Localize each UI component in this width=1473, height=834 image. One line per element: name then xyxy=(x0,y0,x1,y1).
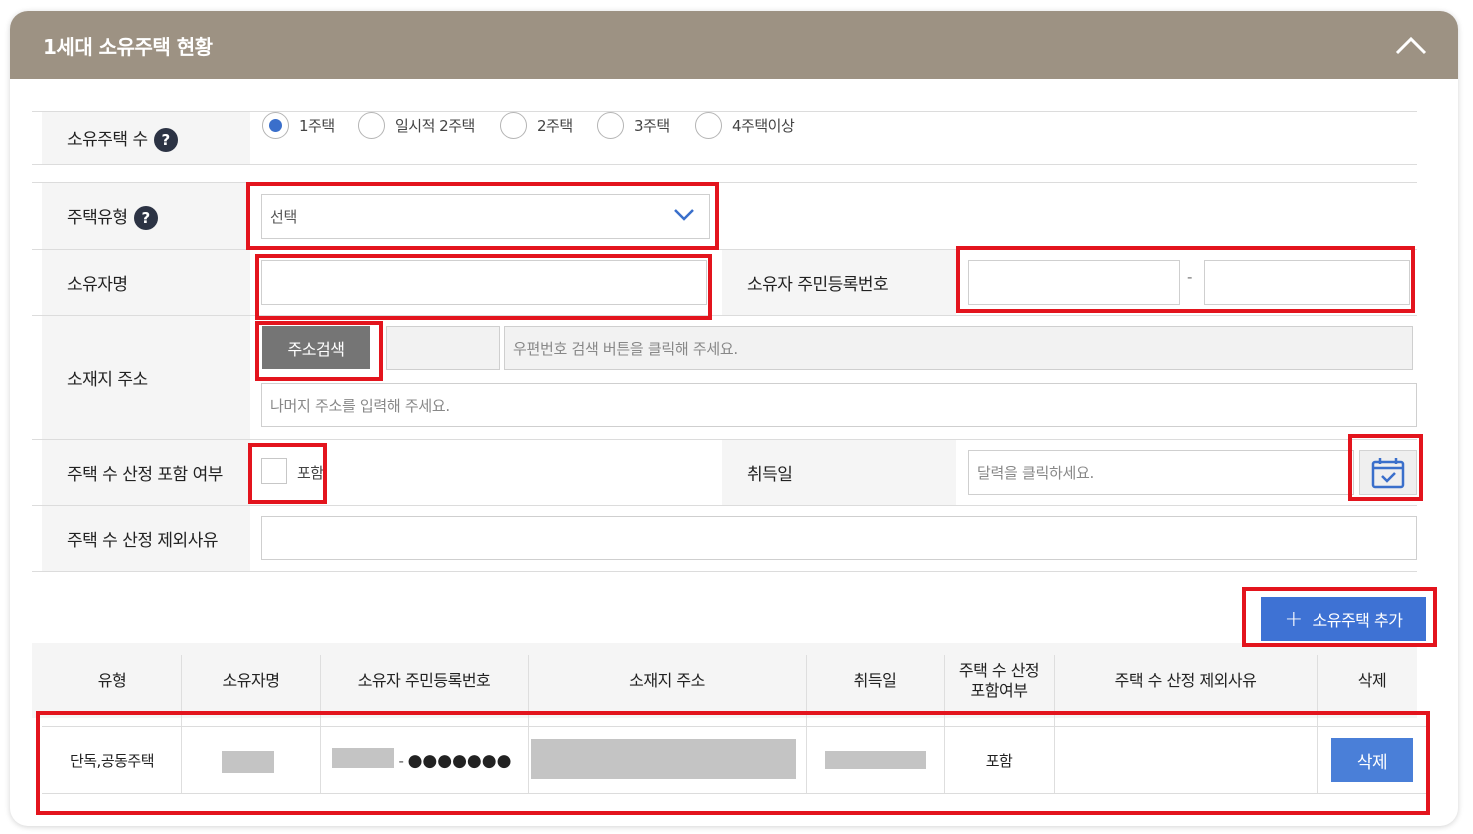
radio-label: 2주택 xyxy=(537,117,573,135)
address-detail-input[interactable]: 나머지 주소를 입력해 주세요. xyxy=(261,383,1417,427)
rrn-front-input[interactable] xyxy=(968,260,1180,305)
radio-label: 1주택 xyxy=(299,117,335,135)
radio-temp-2-house[interactable]: 일시적 2주택 xyxy=(358,112,475,139)
radio-circle[interactable] xyxy=(597,112,624,139)
divider xyxy=(32,571,1417,572)
postal-address-input[interactable]: 우편번호 검색 버튼을 클릭해 주세요. xyxy=(504,326,1413,370)
inclusion-label: 주택 수 산정 포함 여부 xyxy=(67,465,223,485)
col-type: 유형 xyxy=(97,670,127,690)
radio-2-house[interactable]: 2주택 xyxy=(500,112,573,139)
col-address: 소재지 주소 xyxy=(629,670,705,690)
house-type-label: 주택유형? xyxy=(67,203,158,230)
radio-circle[interactable] xyxy=(695,112,722,139)
house-type-select[interactable]: 선택 xyxy=(261,194,710,239)
house-type-label-text: 주택유형 xyxy=(67,208,128,228)
radio-1-house[interactable]: 1주택 xyxy=(262,112,335,139)
help-icon[interactable]: ? xyxy=(133,206,158,230)
column-divider xyxy=(528,655,529,793)
column-divider xyxy=(320,655,321,793)
owner-name-input[interactable] xyxy=(261,260,707,305)
address-search-button[interactable]: 주소검색 xyxy=(262,326,370,369)
masked-acquisition-date xyxy=(825,751,926,769)
radio-label: 3주택 xyxy=(634,117,670,135)
masked-owner-name xyxy=(222,751,274,773)
postal-address-placeholder: 우편번호 검색 버튼을 클릭해 주세요. xyxy=(513,339,738,358)
calendar-icon xyxy=(1371,457,1405,488)
cell-exclusion-reason xyxy=(1054,727,1317,794)
add-house-button[interactable]: + 소유주택 추가 xyxy=(1261,597,1426,641)
radio-label: 4주택이상 xyxy=(732,117,795,135)
chevron-down-icon xyxy=(674,209,694,221)
include-checkbox[interactable] xyxy=(261,458,287,484)
panel-title: 1세대 소유주택 현황 xyxy=(43,35,213,59)
panel-header: 1세대 소유주택 현황 xyxy=(10,11,1458,79)
masked-rrn-front xyxy=(332,748,394,768)
radio-4plus-house[interactable]: 4주택이상 xyxy=(695,112,795,139)
col-owner-name: 소유자명 xyxy=(222,670,280,690)
acquisition-date-label: 취득일 xyxy=(747,465,793,485)
exclusion-reason-input[interactable] xyxy=(261,516,1417,560)
acquisition-date-placeholder: 달력을 클릭하세요. xyxy=(977,464,1094,482)
col-exclusion-reason: 주택 수 산정 제외사유 xyxy=(1114,670,1257,690)
radio-circle-checked[interactable] xyxy=(262,112,289,139)
cell-included: 포함 xyxy=(985,752,1013,770)
postal-code-input[interactable] xyxy=(386,326,500,370)
address-detail-placeholder: 나머지 주소를 입력해 주세요. xyxy=(270,396,450,415)
acquisition-date-input[interactable]: 달력을 클릭하세요. xyxy=(968,450,1354,495)
house-type-select-value: 선택 xyxy=(270,208,298,226)
col-included: 주택 수 산정 포함여부 xyxy=(958,660,1040,700)
address-label: 소재지 주소 xyxy=(67,370,148,390)
plus-icon: + xyxy=(1284,606,1303,632)
masked-address xyxy=(531,739,796,779)
rrn-separator: - xyxy=(1187,268,1192,286)
masked-rrn-back: ●●●●●●● xyxy=(407,750,512,771)
radio-circle[interactable] xyxy=(358,112,385,139)
col-owner-rrn: 소유자 주민등록번호 xyxy=(357,670,491,690)
owner-name-label: 소유자명 xyxy=(67,275,128,295)
chevron-up-icon[interactable] xyxy=(1393,33,1429,57)
houses-count-label-text: 소유주택 수 xyxy=(67,130,148,150)
exclusion-reason-label: 주택 수 산정 제외사유 xyxy=(67,531,218,551)
include-checkbox-label: 포함 xyxy=(297,464,324,482)
calendar-button[interactable] xyxy=(1359,450,1417,495)
houses-count-label: 소유주택 수? xyxy=(67,125,178,152)
column-divider xyxy=(1317,655,1318,793)
rrn-back-input[interactable] xyxy=(1204,260,1410,305)
add-house-button-label: 소유주택 추가 xyxy=(1312,611,1403,630)
radio-3-house[interactable]: 3주택 xyxy=(597,112,670,139)
col-acquisition-date: 취득일 xyxy=(853,670,897,690)
radio-circle[interactable] xyxy=(500,112,527,139)
owner-rrn-label: 소유자 주민등록번호 xyxy=(747,275,889,295)
rrn-dash: - xyxy=(398,751,404,770)
cell-type: 단독,공동주택 xyxy=(69,752,155,770)
radio-label: 일시적 2주택 xyxy=(395,117,475,135)
delete-button[interactable]: 삭제 xyxy=(1331,738,1413,782)
col-delete: 삭제 xyxy=(1357,670,1387,690)
help-icon[interactable]: ? xyxy=(153,128,178,152)
divider xyxy=(32,164,1417,165)
column-divider xyxy=(806,655,807,793)
